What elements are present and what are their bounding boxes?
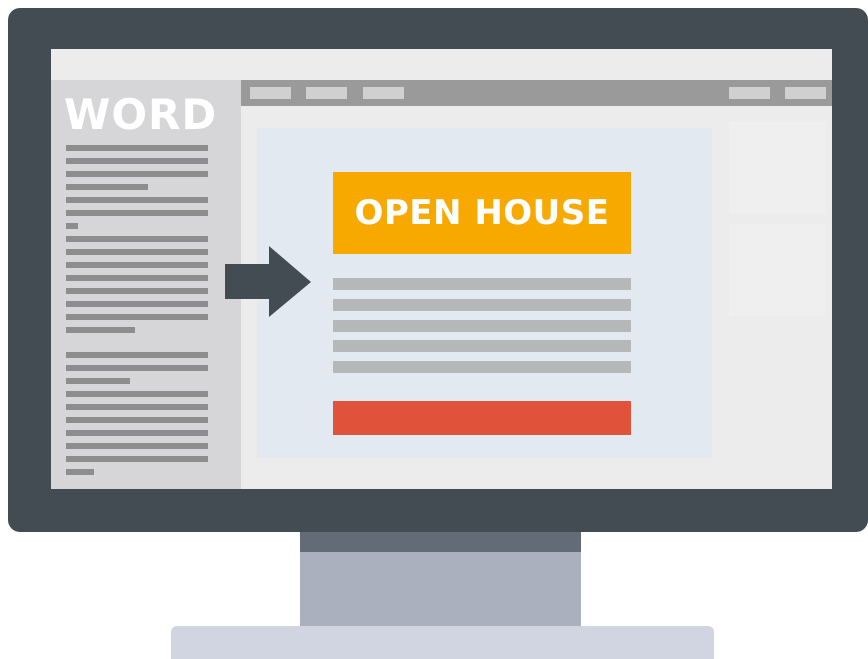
doc-text-line [66, 288, 208, 294]
doc-text-line [66, 443, 208, 449]
word-document-panel [51, 80, 241, 489]
doc-text-line [66, 145, 208, 151]
doc-text-line [66, 352, 208, 358]
doc-text-line [66, 171, 208, 177]
doc-text-line [66, 469, 94, 475]
monitor-neck-shadow [300, 532, 581, 552]
doc-text-line [66, 223, 78, 229]
doc-text-line [66, 417, 208, 423]
doc-text-line [66, 314, 208, 320]
doc-text-line [66, 249, 208, 255]
toolbar-button[interactable] [363, 87, 404, 99]
flyer-text-line [333, 320, 631, 332]
doc-text-line [66, 378, 130, 384]
flyer-text-line [333, 299, 631, 311]
toolbar-button[interactable] [785, 87, 826, 99]
doc-text-line [66, 210, 208, 216]
toolbar-button[interactable] [250, 87, 291, 99]
doc-text-line [66, 365, 208, 371]
monitor-base [171, 626, 714, 659]
flyer-text-line [333, 340, 631, 352]
doc-text-line [66, 301, 208, 307]
toolbar-button[interactable] [729, 87, 770, 99]
doc-text-line [66, 391, 208, 397]
doc-text-line [66, 197, 208, 203]
doc-text-line [66, 430, 208, 436]
open-house-banner: OPEN HOUSE [333, 172, 631, 254]
flyer-text-line [333, 361, 631, 373]
doc-text-line [66, 262, 208, 268]
word-label: WORD [64, 90, 218, 139]
flyer-text-line [333, 278, 631, 290]
doc-text-line [66, 184, 148, 190]
banner-heading: OPEN HOUSE [354, 193, 610, 233]
doc-text-line [66, 456, 208, 462]
doc-text-line [66, 327, 135, 333]
doc-text-line [66, 404, 208, 410]
right-arrow-icon [225, 246, 311, 317]
page-thumbnail[interactable] [729, 121, 825, 213]
page-thumbnail[interactable] [729, 224, 825, 316]
doc-text-line [66, 236, 208, 242]
toolbar-button[interactable] [306, 87, 347, 99]
doc-text-line [66, 275, 208, 281]
doc-text-line [66, 158, 208, 164]
flyer-cta-bar [333, 401, 631, 435]
